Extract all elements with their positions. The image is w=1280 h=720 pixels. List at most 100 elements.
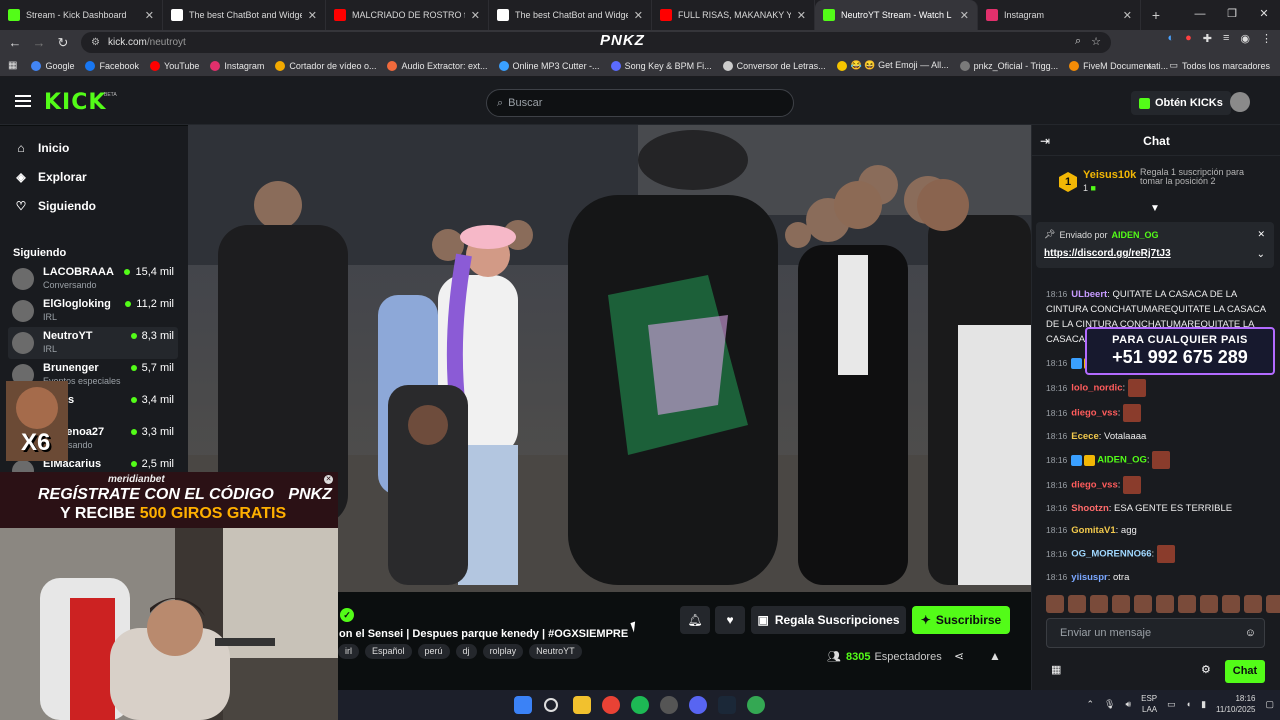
close-window-button[interactable]: ✕ xyxy=(1248,0,1280,30)
emote-icon[interactable] xyxy=(1244,595,1262,613)
message-username[interactable]: OG_MORENNO66 xyxy=(1071,549,1151,560)
emote-icon[interactable] xyxy=(1046,595,1064,613)
extension-icon[interactable]: ● xyxy=(1185,32,1192,45)
message-username[interactable]: diego_vss xyxy=(1071,480,1117,491)
site-info-icon[interactable]: ⚙ xyxy=(91,37,100,48)
gear-icon[interactable]: ⚙ xyxy=(1201,663,1211,676)
stream-tag[interactable]: dj xyxy=(455,644,477,659)
maximize-button[interactable]: ❐ xyxy=(1216,0,1248,30)
minimize-button[interactable]: — xyxy=(1184,0,1216,30)
network-icon[interactable]: ▭ xyxy=(1167,699,1176,710)
emote-icon[interactable] xyxy=(1090,595,1108,613)
message-username[interactable]: Ecece xyxy=(1071,431,1098,442)
close-tab-icon[interactable]: ✕ xyxy=(960,9,969,22)
volume-icon[interactable]: ◖ xyxy=(1186,699,1191,709)
speaker-icon[interactable]: 🔊︎ xyxy=(1125,699,1131,710)
menu-dots-icon[interactable]: ⋮ xyxy=(1261,32,1272,45)
sidebar-nav-item[interactable]: ♡ Siguiendo xyxy=(0,191,188,220)
store-icon[interactable]: ▦ xyxy=(1051,663,1061,676)
notification-icon[interactable]: ▢ xyxy=(1265,699,1274,710)
spotify-icon[interactable] xyxy=(631,696,649,714)
extension-icon[interactable]: ◐ xyxy=(1167,32,1174,45)
discord-icon[interactable] xyxy=(689,696,707,714)
battery-icon[interactable]: ▮ xyxy=(1201,699,1206,710)
chat-input-box[interactable]: ☺ xyxy=(1046,618,1265,648)
message-username[interactable]: lolo_nordic xyxy=(1071,383,1122,394)
message-username[interactable]: Shootzn xyxy=(1071,503,1108,514)
message-username[interactable]: yiisuspr xyxy=(1071,572,1107,583)
emote-icon[interactable] xyxy=(1112,595,1130,613)
bookmark-item[interactable]: 😂 😆 Get Emoji — All... xyxy=(836,60,949,71)
close-tab-icon[interactable]: ✕ xyxy=(634,9,643,22)
obs-icon[interactable] xyxy=(660,696,678,714)
gift-subs-button[interactable]: ▣ Regala Suscripciones xyxy=(751,606,906,634)
emote-icon[interactable] xyxy=(1266,595,1280,613)
browser-tab[interactable]: The best ChatBot and Widgets ✕ xyxy=(489,0,652,30)
chrome-profile-icon[interactable] xyxy=(747,696,765,714)
zoom-icon[interactable]: ⌕ xyxy=(1075,35,1081,48)
bookmark-item[interactable]: Cortador de vídeo o... xyxy=(275,60,376,71)
bookmark-item[interactable]: Conversor de Letras... xyxy=(722,60,826,71)
follow-button[interactable]: ♥ xyxy=(715,606,745,634)
close-ad-icon[interactable]: ✕ xyxy=(324,475,333,484)
profile-icon[interactable]: ◉ xyxy=(1240,32,1250,45)
chrome-icon[interactable] xyxy=(602,696,620,714)
chevron-right-icon[interactable]: » xyxy=(1146,61,1151,71)
browser-tab[interactable]: MALCRIADO DE ROSTRO ft. PN ✕ xyxy=(326,0,489,30)
file-explorer-icon[interactable] xyxy=(573,696,591,714)
media-icon[interactable]: ≡ xyxy=(1223,32,1229,45)
back-icon[interactable]: ← xyxy=(3,35,27,50)
browser-tab[interactable]: Stream - Kick Dashboard ✕ xyxy=(0,0,163,30)
bookmark-item[interactable]: Online MP3 Cutter -... xyxy=(498,60,600,71)
stream-tag[interactable]: irl xyxy=(338,644,359,659)
url-field[interactable]: ⚙ kick.com/neutroyt ⌕ ☆ xyxy=(81,32,1111,53)
get-kicks-button[interactable]: Obtén KICKs xyxy=(1131,91,1231,115)
kick-logo[interactable]: KICK xyxy=(44,90,106,115)
message-username[interactable]: diego_vss xyxy=(1071,408,1117,419)
close-tab-icon[interactable]: ✕ xyxy=(308,9,317,22)
chat-input[interactable] xyxy=(1060,627,1235,639)
notification-bell-button[interactable]: 🔔︎ xyxy=(680,606,710,634)
bookmark-item[interactable]: Audio Extractor: ext... xyxy=(387,60,488,71)
emote-icon[interactable] xyxy=(1200,595,1218,613)
windows-start-icon[interactable] xyxy=(514,696,532,714)
message-username[interactable]: ULbeert xyxy=(1071,289,1107,300)
sidebar-nav-item[interactable]: ◈ Explorar xyxy=(0,162,188,191)
bookmark-item[interactable]: Google xyxy=(31,60,74,71)
reload-icon[interactable]: ↻ xyxy=(51,35,75,51)
stream-tag[interactable]: Español xyxy=(365,644,412,659)
stream-tag[interactable]: rolplay xyxy=(482,644,524,659)
emote-icon[interactable] xyxy=(1222,595,1240,613)
search-input[interactable] xyxy=(508,97,769,109)
clock[interactable]: 18:16 11/10/2025 xyxy=(1216,693,1255,715)
emoji-icon[interactable]: ☺ xyxy=(1245,627,1256,639)
bookmark-star-icon[interactable]: ☆ xyxy=(1091,35,1101,48)
emote-icon[interactable] xyxy=(1068,595,1086,613)
bookmark-item[interactable]: Instagram xyxy=(210,60,264,71)
close-tab-icon[interactable]: ✕ xyxy=(1123,9,1132,22)
followed-channel[interactable]: ElGlogloking IRL 11,2 mil xyxy=(8,295,178,327)
chevron-up-icon[interactable]: ⌃ xyxy=(1086,699,1094,710)
close-tab-icon[interactable]: ✕ xyxy=(471,9,480,22)
browser-tab[interactable]: The best ChatBot and Widgets ✕ xyxy=(163,0,326,30)
pinned-link[interactable]: https://discord.gg/reRj7tJ3 xyxy=(1044,248,1171,259)
share-icon[interactable]: ⋖ xyxy=(954,649,964,663)
followed-channel[interactable]: LACOBRAAA Conversando 15,4 mil xyxy=(8,263,178,295)
microphone-icon[interactable]: 🎙︎ xyxy=(1104,699,1115,710)
sidebar-nav-item[interactable]: ⌂ Inicio xyxy=(0,133,188,162)
menu-icon[interactable] xyxy=(15,95,31,107)
new-tab-button[interactable]: + xyxy=(1141,7,1171,23)
unpin-icon[interactable]: ✕ xyxy=(1257,229,1265,240)
close-tab-icon[interactable]: ✕ xyxy=(797,9,806,22)
emote-icon[interactable] xyxy=(1156,595,1174,613)
forward-icon[interactable]: → xyxy=(27,35,51,50)
message-username[interactable]: GomitaV1 xyxy=(1071,525,1115,536)
bookmark-item[interactable]: pnkz_Oficial - Trigg... xyxy=(959,60,1058,71)
apps-grid-icon[interactable]: ▦ xyxy=(8,60,17,71)
pinned-user[interactable]: AIDEN_OG xyxy=(1111,230,1158,240)
filter-icon[interactable]: ▼ xyxy=(1150,203,1160,214)
subscribe-button[interactable]: ✦ Suscribirse xyxy=(912,606,1010,634)
user-avatar[interactable] xyxy=(1230,92,1250,112)
bookmark-item[interactable]: Facebook xyxy=(85,60,139,71)
chevron-down-icon[interactable]: ⌄ xyxy=(1257,249,1265,260)
